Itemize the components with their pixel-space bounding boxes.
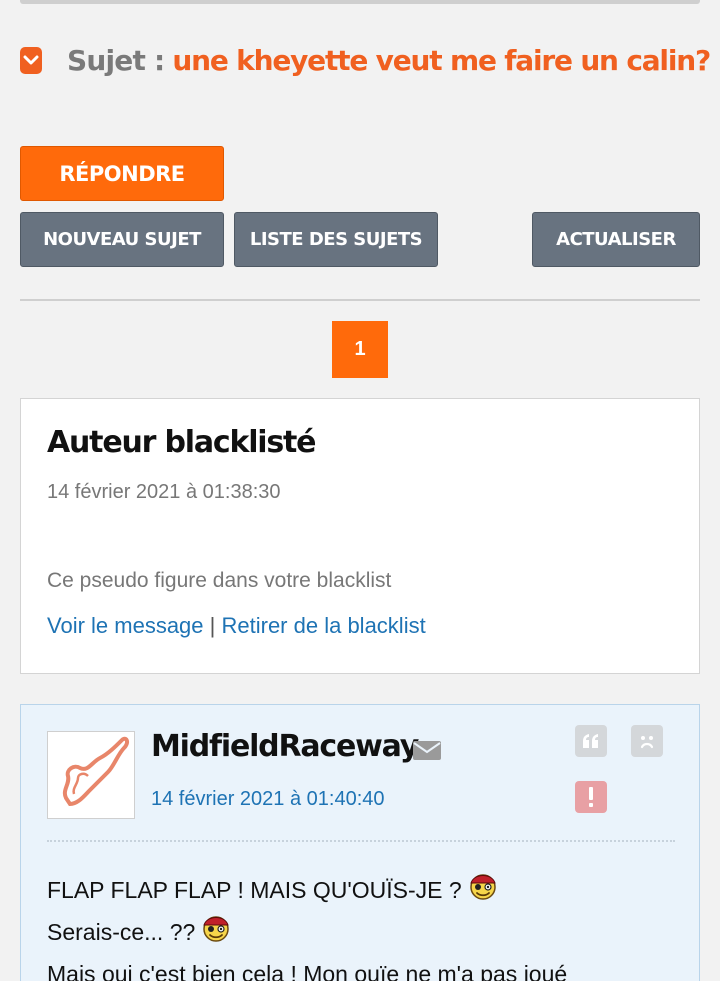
topic-prefix: Sujet : — [66, 43, 165, 77]
pirate-smiley-icon — [468, 871, 498, 901]
blacklisted-author: Auteur blacklisté — [47, 425, 317, 460]
post-separator — [47, 840, 675, 842]
blacklisted-date: 14 février 2021 à 01:38:30 — [47, 481, 281, 503]
link-separator: | — [209, 613, 216, 638]
sad-face-icon[interactable] — [631, 725, 663, 757]
envelope-icon[interactable] — [413, 741, 441, 765]
section-divider — [20, 299, 700, 301]
topic-title: une kheyette veut me faire un calin? — [172, 43, 711, 77]
exclamation-icon[interactable] — [575, 781, 607, 813]
post-date[interactable]: 14 février 2021 à 01:40:40 — [151, 788, 385, 811]
topic-list-button[interactable]: LISTE DES SUJETS — [234, 212, 438, 267]
post-line-text: Mais oui c'est bien cela ! Mon ouïe ne m… — [47, 961, 568, 981]
page-1-button[interactable]: 1 — [332, 321, 388, 378]
blacklist-links: Voir le message | Retirer de la blacklis… — [47, 613, 426, 639]
post-line-text: FLAP FLAP FLAP ! MAIS QU'OUÏS-JE ? — [47, 877, 462, 903]
reply-button[interactable]: RÉPONDRE — [20, 146, 224, 201]
topic-header: Sujet : une kheyette veut me faire un ca… — [20, 40, 711, 80]
post-line: Serais-ce... ?? — [47, 911, 697, 953]
new-topic-button[interactable]: NOUVEAU SUJET — [20, 212, 224, 267]
avatar[interactable] — [47, 731, 135, 819]
post-body: FLAP FLAP FLAP ! MAIS QU'OUÏS-JE ? Serai… — [47, 869, 697, 981]
view-message-link[interactable]: Voir le message — [47, 613, 204, 638]
refresh-button[interactable]: ACTUALISER — [532, 212, 700, 267]
blacklisted-post: Auteur blacklisté 14 février 2021 à 01:3… — [20, 398, 700, 674]
pirate-smiley-icon — [201, 913, 231, 943]
forum-post: MidfieldRaceway 14 février 2021 à 01:40:… — [20, 704, 700, 981]
chevron-down-icon[interactable] — [20, 46, 42, 74]
quote-icon[interactable] — [575, 725, 607, 757]
post-line: FLAP FLAP FLAP ! MAIS QU'OUÏS-JE ? — [47, 869, 697, 911]
post-line-text: Serais-ce... ?? — [47, 919, 196, 945]
post-author[interactable]: MidfieldRaceway — [151, 729, 419, 764]
post-line: Mais oui c'est bien cela ! Mon ouïe ne m… — [47, 953, 697, 981]
blacklist-note: Ce pseudo figure dans votre blacklist — [47, 569, 392, 592]
remove-blacklist-link[interactable]: Retirer de la blacklist — [222, 613, 426, 638]
top-divider — [20, 0, 700, 4]
